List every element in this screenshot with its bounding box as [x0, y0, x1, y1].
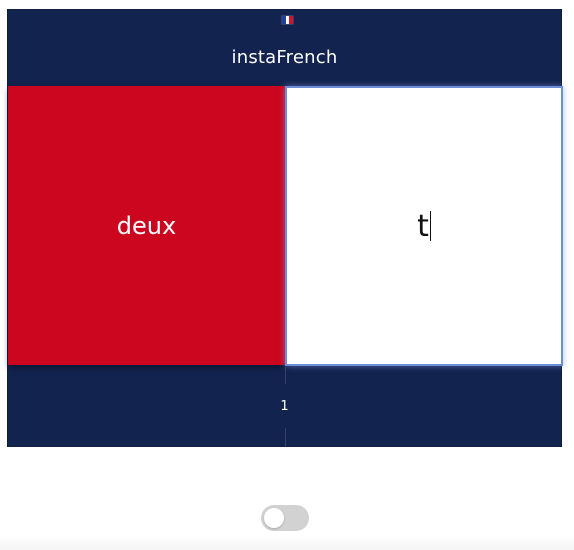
answer-text: t	[417, 208, 429, 244]
prompt-word: deux	[116, 211, 177, 240]
bottom-fade	[0, 535, 574, 550]
footer-divider	[285, 367, 286, 384]
app-title: instaFrench	[231, 47, 338, 68]
prompt-card: deux	[8, 86, 285, 365]
app-panel: instaFrench deux t 1	[7, 9, 563, 448]
france-flag-icon	[282, 16, 293, 24]
mode-toggle[interactable]	[261, 505, 309, 531]
answer-input[interactable]: t	[285, 86, 563, 366]
footer-divider-bottom	[285, 428, 286, 448]
toggle-knob	[264, 508, 284, 528]
text-caret	[429, 211, 431, 241]
card-counter: 1	[280, 399, 289, 414]
